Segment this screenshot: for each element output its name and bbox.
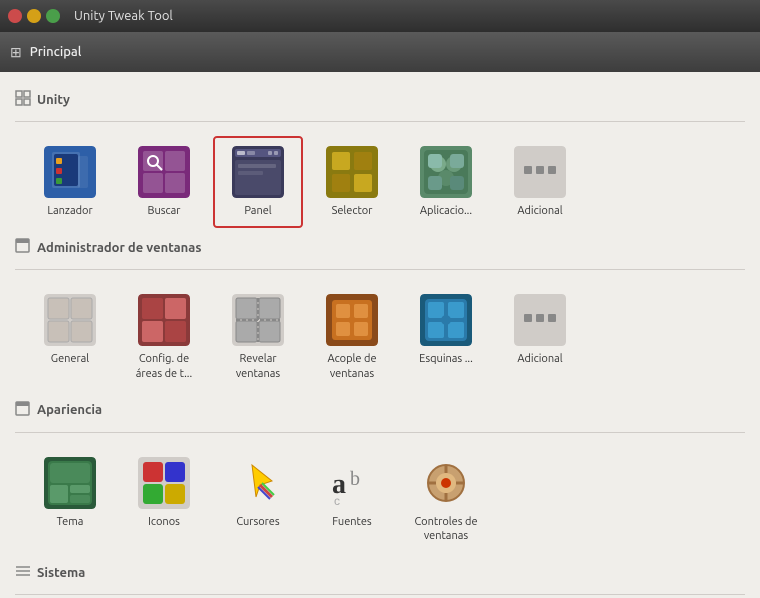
item-lanzador[interactable]: Lanzador (25, 136, 115, 228)
sistema-section-icon (15, 563, 31, 582)
tema-label: Tema (57, 515, 84, 529)
window-controls (8, 9, 60, 23)
admin-items-grid: General Config. de áreas de t... (15, 284, 745, 391)
unity-section-title: Unity (37, 93, 70, 107)
panel-icon (232, 146, 284, 198)
item-adicional2[interactable]: Adicional (495, 284, 585, 391)
toolbar-label: Principal (30, 45, 82, 59)
item-config-areas[interactable]: Config. de áreas de t... (119, 284, 209, 391)
revelar-ventanas-label: Revelar ventanas (221, 352, 295, 381)
sistema-section-title: Sistema (37, 566, 85, 580)
acople-ventanas-label: Acople de ventanas (315, 352, 389, 381)
item-cursores[interactable]: Cursores (213, 447, 303, 554)
controles-ventanas-label: Controles de ventanas (409, 515, 483, 544)
tema-icon (44, 457, 96, 509)
esquinas-icon (420, 294, 472, 346)
item-aplicaciones[interactable]: Aplicacio... (401, 136, 491, 228)
buscar-label: Buscar (148, 204, 181, 218)
cursores-label: Cursores (236, 515, 279, 529)
maximize-button[interactable] (46, 9, 60, 23)
svg-text:b: b (350, 468, 360, 490)
apariencia-section-icon (15, 401, 31, 420)
cursores-icon (232, 457, 284, 509)
close-button[interactable] (8, 9, 22, 23)
item-general[interactable]: General (25, 284, 115, 391)
section-header-sistema: Sistema (15, 563, 745, 582)
acople-ventanas-icon (326, 294, 378, 346)
item-tema[interactable]: Tema (25, 447, 115, 554)
general-icon (44, 294, 96, 346)
adicional1-icon (514, 146, 566, 198)
aplicaciones-label: Aplicacio... (420, 204, 472, 218)
sistema-divider (15, 594, 745, 595)
item-selector[interactable]: Selector (307, 136, 397, 228)
buscar-icon (138, 146, 190, 198)
adicional1-label: Adicional (517, 204, 562, 218)
config-areas-label: Config. de áreas de t... (127, 352, 201, 381)
item-controles-ventanas[interactable]: Controles de ventanas (401, 447, 491, 554)
item-revelar-ventanas[interactable]: Revelar ventanas (213, 284, 303, 391)
adicional2-icon (514, 294, 566, 346)
section-header-admin: Administrador de ventanas (15, 238, 745, 257)
config-areas-icon (138, 294, 190, 346)
item-esquinas[interactable]: Esquinas ... (401, 284, 491, 391)
fuentes-icon: a b c (326, 457, 378, 509)
lanzador-label: Lanzador (47, 204, 92, 218)
main-content: Unity Lanzador (0, 72, 760, 598)
adicional2-label: Adicional (517, 352, 562, 366)
revelar-ventanas-icon (232, 294, 284, 346)
window-title: Unity Tweak Tool (74, 9, 173, 23)
selector-label: Selector (332, 204, 373, 218)
titlebar: Unity Tweak Tool (0, 0, 760, 32)
esquinas-label: Esquinas ... (419, 352, 473, 366)
fuentes-label: Fuentes (332, 515, 371, 529)
item-buscar[interactable]: Buscar (119, 136, 209, 228)
apariencia-items-grid: Tema Iconos (15, 447, 745, 554)
section-header-unity: Unity (15, 90, 745, 109)
aplicaciones-icon (420, 146, 472, 198)
minimize-button[interactable] (27, 9, 41, 23)
unity-items-grid: Lanzador Buscar (15, 136, 745, 228)
iconos-label: Iconos (148, 515, 180, 529)
apariencia-divider (15, 432, 745, 433)
admin-section-title: Administrador de ventanas (37, 241, 201, 255)
panel-label: Panel (244, 204, 271, 218)
selector-icon (326, 146, 378, 198)
admin-divider (15, 269, 745, 270)
general-label: General (51, 352, 89, 366)
svg-text:c: c (334, 494, 340, 508)
apariencia-section-title: Apariencia (37, 403, 102, 417)
iconos-icon (138, 457, 190, 509)
item-panel[interactable]: Panel (213, 136, 303, 228)
section-header-apariencia: Apariencia (15, 401, 745, 420)
item-acople-ventanas[interactable]: Acople de ventanas (307, 284, 397, 391)
controles-ventanas-icon (420, 457, 472, 509)
grid-icon: ⊞ (10, 44, 22, 61)
unity-section-icon (15, 90, 31, 109)
toolbar: ⊞ Principal (0, 32, 760, 72)
item-fuentes[interactable]: a b c Fuentes (307, 447, 397, 554)
item-adicional1[interactable]: Adicional (495, 136, 585, 228)
lanzador-icon (44, 146, 96, 198)
unity-divider (15, 121, 745, 122)
item-iconos[interactable]: Iconos (119, 447, 209, 554)
admin-section-icon (15, 238, 31, 257)
